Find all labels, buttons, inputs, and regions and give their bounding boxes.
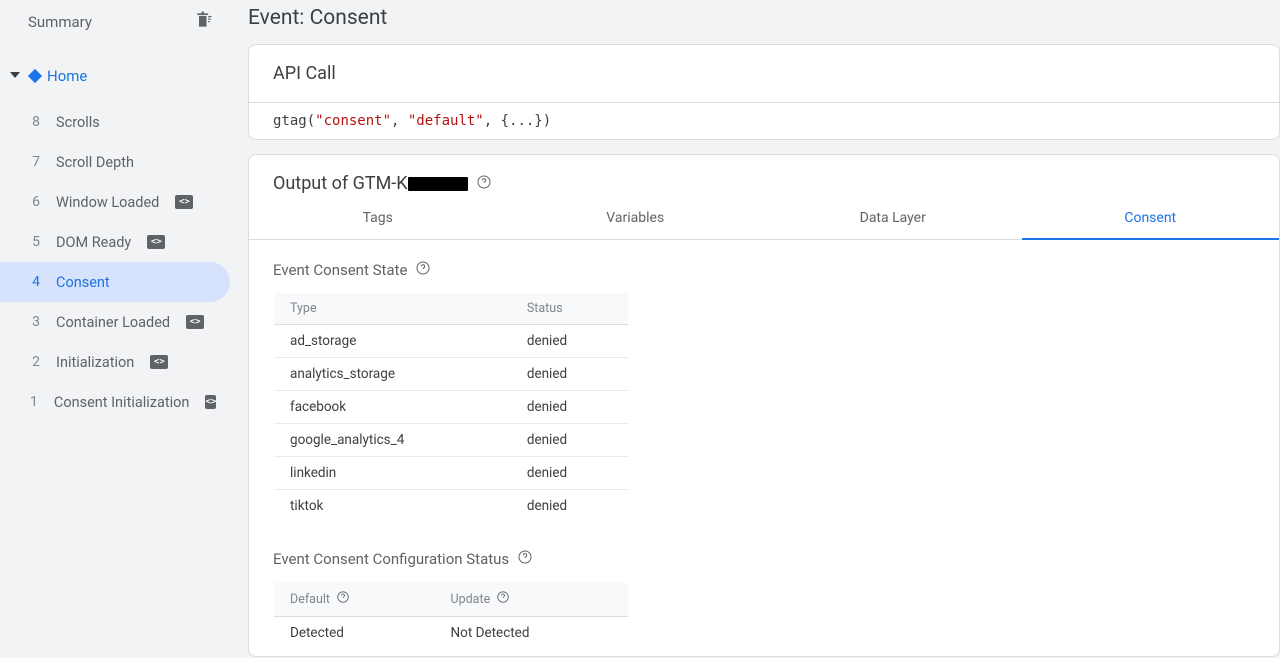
table-row: analytics_storagedenied xyxy=(274,358,629,391)
consent-state-title: Event Consent State xyxy=(273,261,407,279)
sidebar-event-item[interactable]: 2 Initialization <> xyxy=(0,342,230,382)
table-cell: denied xyxy=(511,457,629,490)
event-number: 2 xyxy=(30,354,40,370)
event-number: 8 xyxy=(30,114,40,130)
clear-events-icon[interactable] xyxy=(194,10,214,34)
event-label: DOM Ready xyxy=(56,234,131,251)
table-cell: denied xyxy=(511,358,629,391)
tab-consent[interactable]: Consent xyxy=(1022,198,1280,240)
output-tabs: TagsVariablesData LayerConsent xyxy=(249,198,1279,240)
event-list: 8 Scrolls 7 Scroll Depth 6 Window Loaded <> 5 DO… xyxy=(0,102,230,422)
help-icon[interactable] xyxy=(496,590,510,608)
table-cell: ad_storage xyxy=(274,325,511,358)
config-status-table: DefaultUpdateDetectedNot Detected xyxy=(273,581,629,650)
table-cell: analytics_storage xyxy=(274,358,511,391)
event-label: Initialization xyxy=(56,354,134,371)
page-title: Event: Consent xyxy=(248,0,1280,44)
sidebar-event-item[interactable]: 5 DOM Ready <> xyxy=(0,222,230,262)
chevron-down-icon xyxy=(10,68,20,84)
column-header: Status xyxy=(511,293,629,325)
event-label: Scrolls xyxy=(56,114,100,131)
event-number: 6 xyxy=(30,194,40,210)
event-number: 4 xyxy=(30,274,40,290)
table-row: facebookdenied xyxy=(274,391,629,424)
event-number: 3 xyxy=(30,314,40,330)
code-badge-icon: <> xyxy=(205,395,216,409)
code-badge-icon: <> xyxy=(186,315,204,329)
event-label: Scroll Depth xyxy=(56,154,134,171)
event-number: 5 xyxy=(30,234,40,250)
table-cell: denied xyxy=(511,325,629,358)
event-label: Container Loaded xyxy=(56,314,170,331)
column-header: Update xyxy=(435,582,629,617)
table-cell: tiktok xyxy=(274,490,511,523)
api-call-title: API Call xyxy=(249,45,1279,102)
sidebar-event-item[interactable]: 8 Scrolls xyxy=(0,102,230,142)
sidebar-event-item[interactable]: 7 Scroll Depth xyxy=(0,142,230,182)
code-token: gtag( xyxy=(273,113,315,129)
sidebar-event-item[interactable]: 1 Consent Initialization <> xyxy=(0,382,230,422)
code-badge-icon: <> xyxy=(175,195,193,209)
sidebar-group: Home 8 Scrolls 7 Scroll Depth 6 Window Loaded… xyxy=(0,58,230,422)
output-title-prefix: Output of GTM-K xyxy=(273,173,408,194)
table-row: linkedindenied xyxy=(274,457,629,490)
column-header: Type xyxy=(274,293,511,325)
help-icon[interactable] xyxy=(517,549,533,569)
sidebar-event-item[interactable]: 6 Window Loaded <> xyxy=(0,182,230,222)
output-card: Output of GTM-K TagsVariablesData LayerC… xyxy=(248,154,1280,657)
table-row: google_analytics_4denied xyxy=(274,424,629,457)
config-status-title: Event Consent Configuration Status xyxy=(273,550,509,568)
summary-label[interactable]: Summary xyxy=(28,13,92,31)
table-cell: denied xyxy=(511,391,629,424)
column-header: Default xyxy=(274,582,435,617)
help-icon[interactable] xyxy=(336,590,350,608)
config-status-section: Event Consent Configuration Status Defau… xyxy=(249,529,1279,656)
help-icon[interactable] xyxy=(415,260,431,280)
main-content: Event: Consent API Call gtag("consent", … xyxy=(230,0,1280,658)
event-label: Consent xyxy=(56,274,110,291)
event-label: Consent Initialization xyxy=(54,394,190,411)
code-string: "default" xyxy=(408,113,484,129)
tab-variables[interactable]: Variables xyxy=(507,198,765,239)
sidebar: Summary Home 8 Scrolls 7 Scroll Depth 6 Windo… xyxy=(0,0,230,658)
table-cell: facebook xyxy=(274,391,511,424)
help-icon[interactable] xyxy=(476,174,492,194)
sidebar-event-item[interactable]: 4 Consent xyxy=(0,262,230,302)
table-row: ad_storagedenied xyxy=(274,325,629,358)
api-call-card: API Call gtag("consent", "default", {...… xyxy=(248,44,1280,140)
code-token: , xyxy=(391,113,408,129)
consent-state-table: TypeStatusad_storagedeniedanalytics_stor… xyxy=(273,292,629,523)
table-cell: Detected xyxy=(274,617,435,650)
redacted-container-id xyxy=(408,177,468,191)
home-diamond-icon xyxy=(28,69,42,83)
code-badge-icon: <> xyxy=(147,235,165,249)
code-token: , {...}) xyxy=(484,113,551,129)
sidebar-event-item[interactable]: 3 Container Loaded <> xyxy=(0,302,230,342)
event-number: 7 xyxy=(30,154,40,170)
table-row: tiktokdenied xyxy=(274,490,629,523)
table-cell: google_analytics_4 xyxy=(274,424,511,457)
tab-tags[interactable]: Tags xyxy=(249,198,507,239)
sidebar-header: Summary xyxy=(0,4,230,40)
table-cell: Not Detected xyxy=(435,617,629,650)
tab-data-layer[interactable]: Data Layer xyxy=(764,198,1022,239)
table-cell: linkedin xyxy=(274,457,511,490)
sidebar-item-home[interactable]: Home xyxy=(0,58,230,94)
output-title: Output of GTM-K xyxy=(273,173,468,194)
table-cell: denied xyxy=(511,490,629,523)
event-label: Window Loaded xyxy=(56,194,159,211)
table-row: DetectedNot Detected xyxy=(274,617,629,650)
home-label: Home xyxy=(47,67,87,85)
output-header: Output of GTM-K xyxy=(249,155,1279,198)
table-cell: denied xyxy=(511,424,629,457)
code-badge-icon: <> xyxy=(150,355,168,369)
code-string: "consent" xyxy=(315,113,391,129)
consent-state-section: Event Consent State TypeStatusad_storage… xyxy=(249,240,1279,529)
api-call-code: gtag("consent", "default", {...}) xyxy=(249,102,1279,139)
event-number: 1 xyxy=(30,394,38,410)
